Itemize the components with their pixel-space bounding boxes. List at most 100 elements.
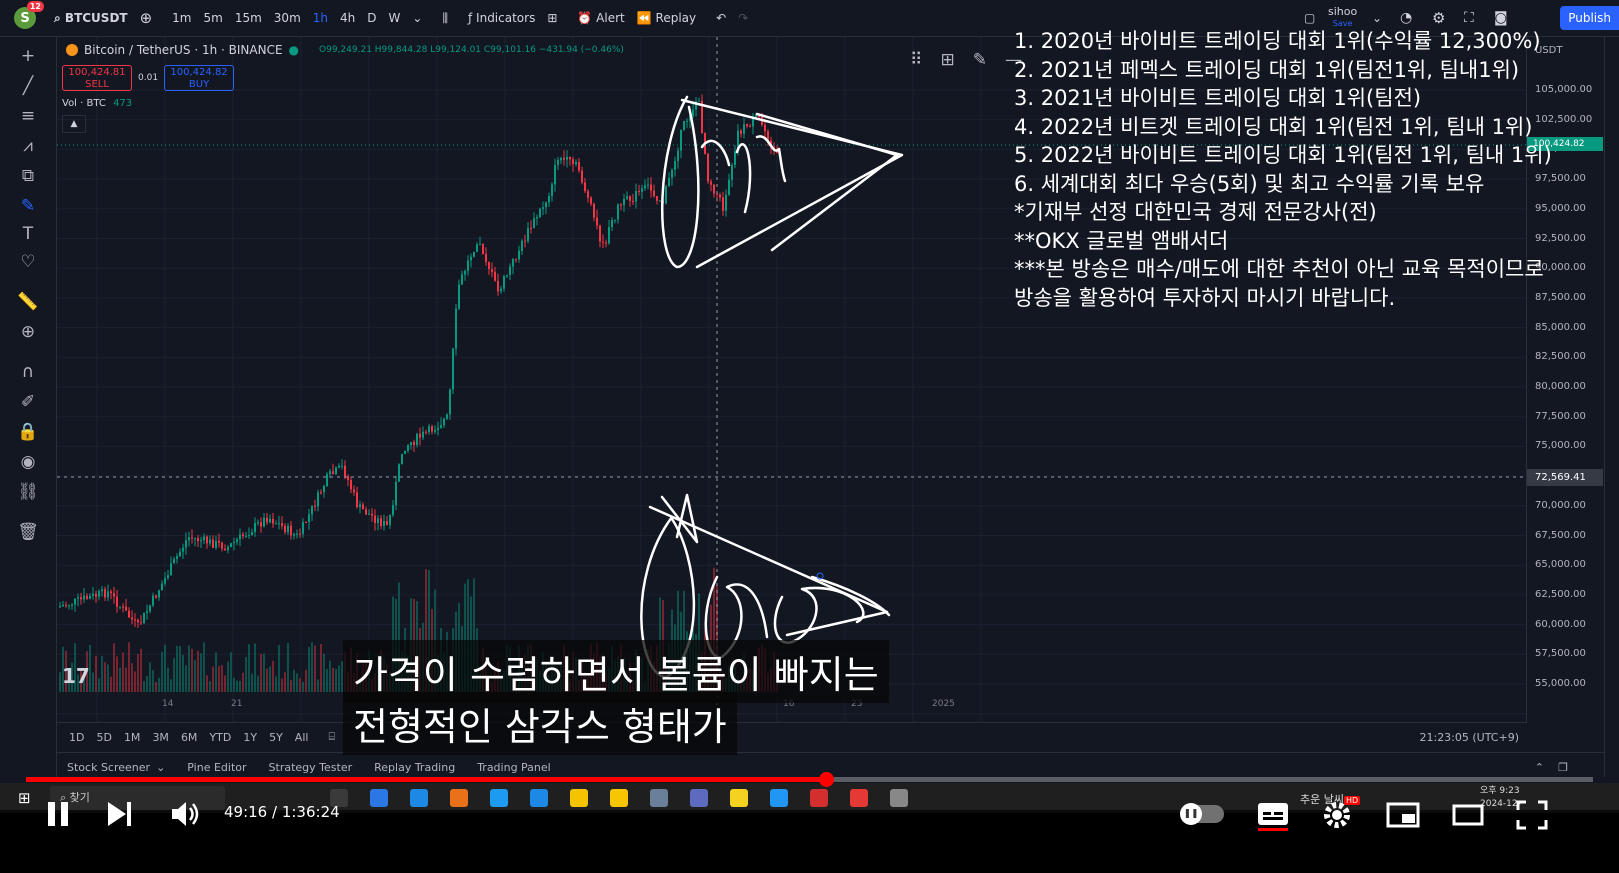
lock-icon[interactable]: 🔒 xyxy=(14,421,42,443)
chrome-icon[interactable] xyxy=(770,789,788,807)
gauge-icon[interactable]: ◔ xyxy=(1400,10,1412,26)
candle-body xyxy=(575,161,577,165)
symbol-search[interactable]: ⌕ BTCUSDT xyxy=(54,11,128,26)
range-3m[interactable]: 3M xyxy=(152,731,169,744)
next-icon[interactable] xyxy=(106,801,134,827)
indicators-button[interactable]: ƒ Indicators xyxy=(468,11,535,25)
trash-icon[interactable]: 🗑 xyxy=(14,521,42,543)
range-5d[interactable]: 5D xyxy=(96,731,111,744)
folder-icon[interactable] xyxy=(570,789,588,807)
undo-icon[interactable]: ↶ xyxy=(716,11,726,25)
drag-handle-icon[interactable]: ⠿ xyxy=(910,50,922,70)
browser-icon[interactable] xyxy=(370,789,388,807)
eye-icon[interactable]: ◉ xyxy=(14,451,42,473)
tf-d[interactable]: D xyxy=(367,11,376,25)
pdf-icon[interactable] xyxy=(810,789,828,807)
candle-body xyxy=(170,563,172,576)
pencil-lock-icon[interactable]: ✐ xyxy=(14,391,42,413)
layout-grid-icon[interactable]: ⊞ xyxy=(940,50,954,70)
ie-icon[interactable] xyxy=(530,789,548,807)
publish-button[interactable]: Publish xyxy=(1560,6,1619,30)
range-1m[interactable]: 1M xyxy=(124,731,141,744)
price-tick: 60,000.00 xyxy=(1535,618,1586,630)
maximize-panel-icon[interactable]: ❐ xyxy=(1558,761,1568,774)
date-range-icon[interactable]: ⌸ xyxy=(328,730,335,744)
buy-button[interactable]: 100,424.82 BUY xyxy=(164,65,235,91)
app-icon[interactable] xyxy=(650,789,668,807)
range-6m[interactable]: 6M xyxy=(181,731,198,744)
volume-icon[interactable] xyxy=(170,800,200,828)
chat-icon[interactable] xyxy=(730,789,748,807)
fib-icon[interactable]: ≡ xyxy=(14,105,42,127)
sticky-icon[interactable] xyxy=(610,789,628,807)
candle-body xyxy=(665,186,667,204)
add-symbol-icon[interactable]: ⊕ xyxy=(140,9,153,27)
text-icon[interactable]: T xyxy=(14,223,42,245)
pause-icon[interactable] xyxy=(46,800,70,828)
tf-1m[interactable]: 1m xyxy=(172,11,191,25)
gear-icon[interactable]: ⚙ xyxy=(1432,9,1445,27)
subtitles-icon[interactable] xyxy=(1256,801,1290,831)
zoom-icon[interactable]: ⊕ xyxy=(14,321,42,343)
layout-name[interactable]: sihoo Save xyxy=(1328,6,1357,29)
tf-w[interactable]: W xyxy=(389,11,401,25)
fullscreen-icon[interactable]: ⛶ xyxy=(1464,10,1474,26)
heart-icon[interactable]: ♡ xyxy=(14,251,42,273)
range-5y[interactable]: 5Y xyxy=(269,731,283,744)
tab-replay-trading[interactable]: Replay Trading xyxy=(374,761,455,774)
alert-button[interactable]: ⏰ Alert xyxy=(577,11,624,25)
taskbar-clock[interactable]: 오후 9:23 2024-12- xyxy=(1480,785,1521,811)
edge-icon[interactable] xyxy=(410,789,428,807)
camera-icon[interactable]: ◙ xyxy=(1494,10,1508,26)
theater-mode-icon[interactable] xyxy=(1452,804,1484,826)
range-1y[interactable]: 1Y xyxy=(243,731,257,744)
chevron-down-icon[interactable]: ⌄ xyxy=(1372,11,1382,25)
layout-icon[interactable]: ▢ xyxy=(1304,11,1315,25)
tf-1h[interactable]: 1h xyxy=(313,11,328,25)
trendline-icon[interactable]: ╱ xyxy=(14,75,42,97)
firefox-icon[interactable] xyxy=(450,789,468,807)
tab-strategy-tester[interactable]: Strategy Tester xyxy=(269,761,353,774)
magnet-icon[interactable]: ∩ xyxy=(14,361,42,383)
market-open-icon: ● xyxy=(288,43,300,57)
sell-button[interactable]: 100,424.81 SELL xyxy=(62,65,132,91)
crosshair-icon[interactable]: + xyxy=(14,45,42,67)
range-ytd[interactable]: YTD xyxy=(209,731,231,744)
line-width-icon[interactable]: — xyxy=(1005,50,1022,70)
tf-30m[interactable]: 30m xyxy=(274,11,301,25)
chevron-up-icon[interactable]: ⌃ xyxy=(1535,761,1544,774)
acrobat-icon[interactable] xyxy=(850,789,868,807)
chevron-down-icon[interactable]: ⌄ xyxy=(412,11,422,25)
progress-bar[interactable] xyxy=(26,772,1593,787)
replay-button[interactable]: ⏪ Replay xyxy=(637,11,696,25)
tf-4h[interactable]: 4h xyxy=(340,11,355,25)
tab-pine-editor[interactable]: Pine Editor xyxy=(187,761,246,774)
user-avatar[interactable]: S 12 xyxy=(14,1,44,29)
autoplay-toggle[interactable]: ❚❚ xyxy=(1180,803,1224,825)
miniplayer-icon[interactable] xyxy=(1386,802,1420,828)
tf-5m[interactable]: 5m xyxy=(204,11,223,25)
redo-icon[interactable]: ↷ xyxy=(738,11,748,25)
brush-icon[interactable]: ✎ xyxy=(14,195,42,217)
tf-15m[interactable]: 15m xyxy=(235,11,262,25)
templates-icon[interactable]: ⊞ xyxy=(547,11,557,25)
prediction-icon[interactable]: ⧉ xyxy=(14,165,42,187)
pattern-icon[interactable]: ⩘ xyxy=(14,135,42,157)
windows-start-icon[interactable]: ⊞ xyxy=(18,789,31,807)
range-1d[interactable]: 1D xyxy=(69,731,84,744)
chevron-down-icon[interactable]: ⌄ xyxy=(156,761,165,774)
tab-stock-screener[interactable]: Stock Screener xyxy=(67,761,150,774)
link-icon[interactable]: ⛓ xyxy=(14,481,42,503)
chart-clock[interactable]: 21:23:05 (UTC+9) xyxy=(1419,731,1519,744)
range-all[interactable]: All xyxy=(295,731,309,744)
collapse-legend-button[interactable]: ▲ xyxy=(62,115,86,133)
ruler-icon[interactable]: 📏 xyxy=(14,291,42,313)
calc-icon[interactable] xyxy=(690,789,708,807)
bird-icon[interactable] xyxy=(490,789,508,807)
tab-trading-panel[interactable]: Trading Panel xyxy=(477,761,551,774)
pencil-icon[interactable]: ✎ xyxy=(973,50,987,70)
app-icon[interactable] xyxy=(890,789,908,807)
fullscreen-icon[interactable] xyxy=(1516,800,1548,830)
candle-type-icon[interactable]: ⫼ xyxy=(442,11,448,26)
price-tick: 62,500.00 xyxy=(1535,588,1586,600)
